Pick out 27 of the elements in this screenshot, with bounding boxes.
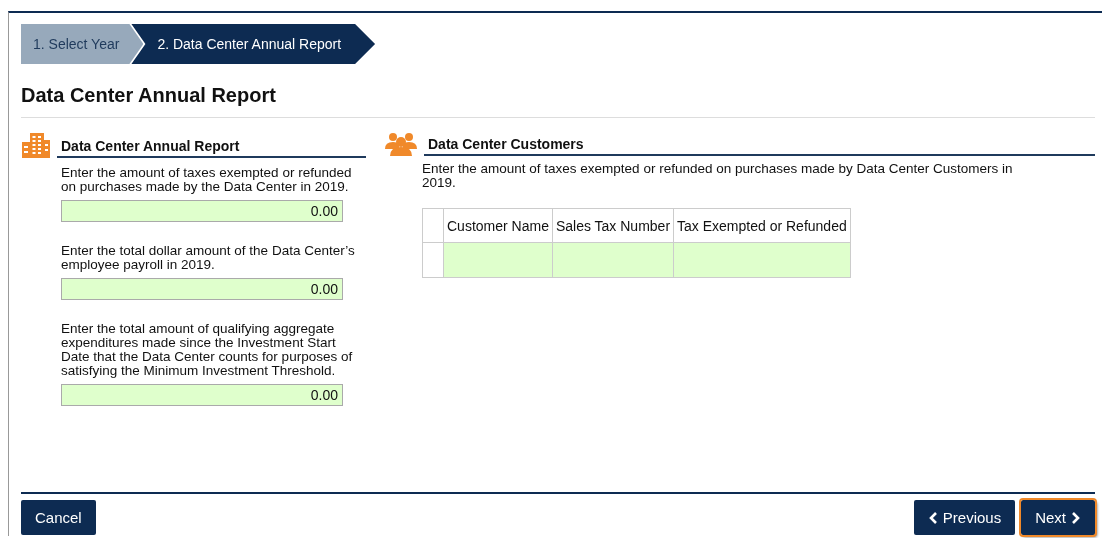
page-title: Data Center Annual Report [21,84,277,107]
column-header: Customer Name [443,208,553,243]
column-header: Sales Tax Number [552,208,674,243]
table-input-cell[interactable] [552,242,674,278]
column-header: Tax Exempted or Refunded [673,208,851,243]
row-selector-header [422,208,444,243]
section-heading: Data Center Annual Report [57,138,366,158]
amount-field[interactable]: 0.00 [61,200,343,222]
instructions-text: Enter the amount of taxes exempted or refunded on purchases made by Data Center Customers in 2019. [422,162,1014,190]
section-heading: Data Center Customers [424,136,1095,156]
chevron-right-icon [1071,511,1081,524]
people-icon [384,132,418,156]
building-icon [21,132,51,158]
next-button[interactable]: Next [1021,500,1095,535]
previous-button[interactable]: Previous [913,500,1016,535]
wizard-step[interactable]: 2. Data Center Annual Report [131,24,376,64]
field-label: Enter the total dollar amount of the Data Center’s employee payroll in 2019. [61,244,356,272]
table-input-cell[interactable] [673,242,851,278]
amount-field[interactable]: 0.00 [61,278,343,300]
wizard-step[interactable]: 1. Select Year [21,24,144,64]
field-label: Enter the total amount of qualifying aggregate expenditures made since the Investment Start Date that the Data Center counts for purposes of satisfying the Minimum Investment Threshold. [61,322,354,378]
amount-field[interactable]: 0.00 [61,384,343,406]
chevron-left-icon [927,511,938,524]
row-selector[interactable] [422,242,444,278]
field-label: Enter the amount of taxes exempted or refunded on purchases made by the Data Center in 2019. [61,166,353,194]
table-input-cell[interactable] [443,242,553,278]
cancel-button[interactable]: Cancel [21,500,96,535]
